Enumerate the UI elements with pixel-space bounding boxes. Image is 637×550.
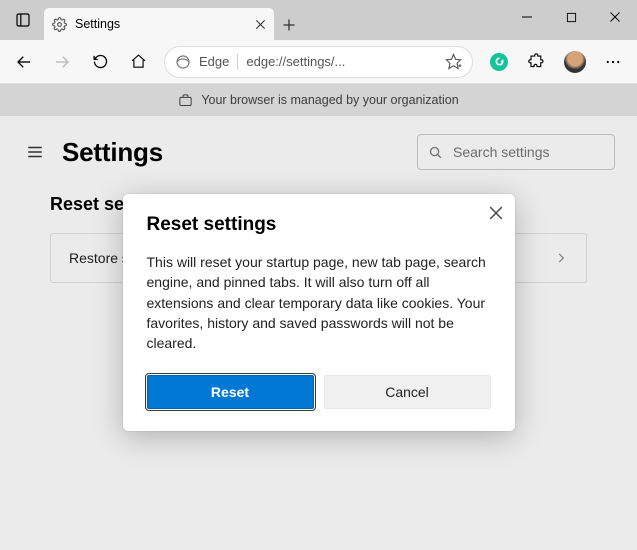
window-titlebar: Settings: [0, 0, 637, 40]
maximize-button[interactable]: [549, 0, 593, 34]
home-button[interactable]: [120, 45, 156, 79]
dialog-close-button[interactable]: [489, 206, 503, 220]
tab-actions-icon[interactable]: [8, 0, 38, 40]
divider: [237, 54, 238, 70]
more-menu-icon[interactable]: [595, 45, 631, 79]
back-button[interactable]: [6, 45, 42, 79]
tab-strip: Settings: [0, 0, 304, 40]
extensions-icon[interactable]: [519, 45, 555, 79]
close-window-button[interactable]: [593, 0, 637, 34]
forward-button[interactable]: [44, 45, 80, 79]
address-bar[interactable]: Edge edge://settings/...: [164, 46, 473, 78]
tab-settings[interactable]: Settings: [44, 8, 274, 40]
browser-toolbar: Edge edge://settings/...: [0, 40, 637, 84]
refresh-button[interactable]: [82, 45, 118, 79]
address-url: edge://settings/...: [246, 54, 345, 69]
reset-dialog: Reset settings This will reset your star…: [123, 194, 515, 431]
favorite-star-icon[interactable]: [445, 53, 462, 70]
tab-title: Settings: [75, 17, 247, 31]
gear-icon: [52, 17, 67, 32]
edge-logo-icon: [175, 54, 191, 70]
dialog-title: Reset settings: [147, 214, 491, 236]
grammarly-extension-icon[interactable]: [481, 45, 517, 79]
minimize-button[interactable]: [505, 0, 549, 34]
dialog-body: This will reset your startup page, new t…: [147, 252, 491, 353]
new-tab-button[interactable]: [274, 0, 304, 40]
cancel-button[interactable]: Cancel: [324, 375, 491, 409]
close-tab-icon[interactable]: [255, 19, 266, 30]
address-product: Edge: [199, 54, 229, 69]
reset-button[interactable]: Reset: [147, 375, 314, 409]
window-controls: [505, 0, 637, 34]
dialog-button-row: Reset Cancel: [147, 375, 491, 409]
profile-avatar[interactable]: [557, 45, 593, 79]
